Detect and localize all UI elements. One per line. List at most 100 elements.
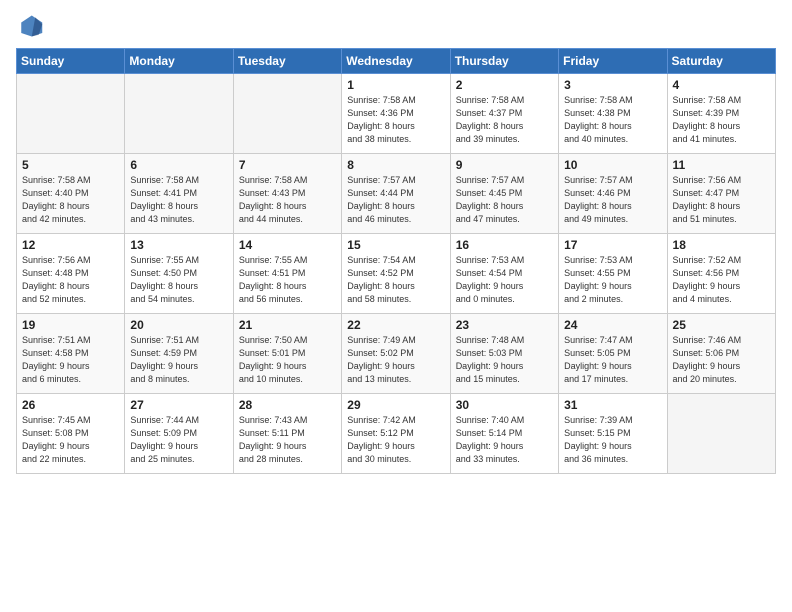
weekday-header-row: SundayMondayTuesdayWednesdayThursdayFrid…	[17, 49, 776, 74]
day-cell: 16Sunrise: 7:53 AM Sunset: 4:54 PM Dayli…	[450, 234, 558, 314]
day-number: 27	[130, 398, 227, 412]
day-cell: 26 Sunrise: 7:45 AM Sunset: 5:08 PM Dayli…	[17, 394, 125, 474]
day-info: Sunrise: 7:52 AM Sunset: 4:56 PM Dayligh…	[673, 254, 770, 306]
day-cell: 4 Sunrise: 7:58 AM Sunset: 4:39 PM Daylig…	[667, 74, 775, 154]
day-number: 28	[239, 398, 336, 412]
day-info: Sunrise: 7:42 AM Sunset: 5:12 PM Dayligh…	[347, 414, 444, 466]
day-info: Sunrise: 7:40 AM Sunset: 5:14 PM Dayligh…	[456, 414, 553, 466]
day-info: Sunrise: 7:58 AM Sunset: 4:39 PM Dayligh…	[673, 94, 770, 146]
day-cell: 11Sunrise: 7:56 AM Sunset: 4:47 PM Dayli…	[667, 154, 775, 234]
day-cell	[233, 74, 341, 154]
weekday-header-monday: Monday	[125, 49, 233, 74]
day-number: 19	[22, 318, 119, 332]
day-cell: 19 Sunrise: 7:51 AM Sunset: 4:58 PM Dayli…	[17, 314, 125, 394]
day-cell: 23Sunrise: 7:48 AM Sunset: 5:03 PM Dayli…	[450, 314, 558, 394]
day-cell	[17, 74, 125, 154]
day-cell: 13 Sunrise: 7:55 AM Sunset: 4:50 PM Dayli…	[125, 234, 233, 314]
day-cell: 5 Sunrise: 7:58 AM Sunset: 4:40 PM Daylig…	[17, 154, 125, 234]
weekday-header-friday: Friday	[559, 49, 667, 74]
day-number: 30	[456, 398, 553, 412]
day-cell: 24 Sunrise: 7:47 AM Sunset: 5:05 PM Dayli…	[559, 314, 667, 394]
day-info: Sunrise: 7:58 AM Sunset: 4:36 PM Dayligh…	[347, 94, 444, 146]
day-info: Sunrise: 7:58 AM Sunset: 4:37 PM Dayligh…	[456, 94, 553, 146]
logo-icon	[16, 12, 44, 40]
day-number: 21	[239, 318, 336, 332]
day-number: 9	[456, 158, 553, 172]
day-cell: 20 Sunrise: 7:51 AM Sunset: 4:59 PM Dayli…	[125, 314, 233, 394]
day-number: 10	[564, 158, 661, 172]
day-info: Sunrise: 7:55 AM Sunset: 4:51 PM Dayligh…	[239, 254, 336, 306]
day-info: Sunrise: 7:44 AM Sunset: 5:09 PM Dayligh…	[130, 414, 227, 466]
day-info: Sunrise: 7:51 AM Sunset: 4:59 PM Dayligh…	[130, 334, 227, 386]
day-number: 3	[564, 78, 661, 92]
week-row-5: 26 Sunrise: 7:45 AM Sunset: 5:08 PM Dayli…	[17, 394, 776, 474]
weekday-header-sunday: Sunday	[17, 49, 125, 74]
day-number: 4	[673, 78, 770, 92]
day-number: 5	[22, 158, 119, 172]
day-info: Sunrise: 7:51 AM Sunset: 4:58 PM Dayligh…	[22, 334, 119, 386]
week-row-3: 12 Sunrise: 7:56 AM Sunset: 4:48 PM Dayli…	[17, 234, 776, 314]
day-cell: 1Sunrise: 7:58 AM Sunset: 4:36 PM Daylig…	[342, 74, 450, 154]
day-info: Sunrise: 7:58 AM Sunset: 4:38 PM Dayligh…	[564, 94, 661, 146]
weekday-header-tuesday: Tuesday	[233, 49, 341, 74]
day-cell: 10 Sunrise: 7:57 AM Sunset: 4:46 PM Dayli…	[559, 154, 667, 234]
logo	[16, 12, 48, 40]
day-info: Sunrise: 7:54 AM Sunset: 4:52 PM Dayligh…	[347, 254, 444, 306]
weekday-header-thursday: Thursday	[450, 49, 558, 74]
weekday-header-saturday: Saturday	[667, 49, 775, 74]
day-number: 23	[456, 318, 553, 332]
day-cell: 15 Sunrise: 7:54 AM Sunset: 4:52 PM Dayli…	[342, 234, 450, 314]
day-number: 14	[239, 238, 336, 252]
day-number: 17	[564, 238, 661, 252]
day-info: Sunrise: 7:57 AM Sunset: 4:44 PM Dayligh…	[347, 174, 444, 226]
day-cell: 30 Sunrise: 7:40 AM Sunset: 5:14 PM Dayli…	[450, 394, 558, 474]
day-info: Sunrise: 7:46 AM Sunset: 5:06 PM Dayligh…	[673, 334, 770, 386]
day-cell: 22Sunrise: 7:49 AM Sunset: 5:02 PM Dayli…	[342, 314, 450, 394]
day-info: Sunrise: 7:56 AM Sunset: 4:47 PM Dayligh…	[673, 174, 770, 226]
day-cell: 12 Sunrise: 7:56 AM Sunset: 4:48 PM Dayli…	[17, 234, 125, 314]
day-cell: 8 Sunrise: 7:57 AM Sunset: 4:44 PM Daylig…	[342, 154, 450, 234]
day-info: Sunrise: 7:57 AM Sunset: 4:46 PM Dayligh…	[564, 174, 661, 226]
day-info: Sunrise: 7:58 AM Sunset: 4:40 PM Dayligh…	[22, 174, 119, 226]
day-cell	[667, 394, 775, 474]
day-number: 16	[456, 238, 553, 252]
day-number: 13	[130, 238, 227, 252]
day-cell	[125, 74, 233, 154]
day-info: Sunrise: 7:56 AM Sunset: 4:48 PM Dayligh…	[22, 254, 119, 306]
day-cell: 9 Sunrise: 7:57 AM Sunset: 4:45 PM Daylig…	[450, 154, 558, 234]
day-info: Sunrise: 7:50 AM Sunset: 5:01 PM Dayligh…	[239, 334, 336, 386]
day-info: Sunrise: 7:39 AM Sunset: 5:15 PM Dayligh…	[564, 414, 661, 466]
day-number: 2	[456, 78, 553, 92]
day-number: 15	[347, 238, 444, 252]
week-row-2: 5 Sunrise: 7:58 AM Sunset: 4:40 PM Daylig…	[17, 154, 776, 234]
day-info: Sunrise: 7:57 AM Sunset: 4:45 PM Dayligh…	[456, 174, 553, 226]
week-row-1: 1Sunrise: 7:58 AM Sunset: 4:36 PM Daylig…	[17, 74, 776, 154]
week-row-4: 19 Sunrise: 7:51 AM Sunset: 4:58 PM Dayli…	[17, 314, 776, 394]
day-cell: 6 Sunrise: 7:58 AM Sunset: 4:41 PM Daylig…	[125, 154, 233, 234]
day-number: 24	[564, 318, 661, 332]
day-cell: 28 Sunrise: 7:43 AM Sunset: 5:11 PM Dayli…	[233, 394, 341, 474]
day-info: Sunrise: 7:43 AM Sunset: 5:11 PM Dayligh…	[239, 414, 336, 466]
day-cell: 29 Sunrise: 7:42 AM Sunset: 5:12 PM Dayli…	[342, 394, 450, 474]
page: SundayMondayTuesdayWednesdayThursdayFrid…	[0, 0, 792, 612]
day-number: 29	[347, 398, 444, 412]
day-cell: 3 Sunrise: 7:58 AM Sunset: 4:38 PM Daylig…	[559, 74, 667, 154]
day-info: Sunrise: 7:45 AM Sunset: 5:08 PM Dayligh…	[22, 414, 119, 466]
day-number: 20	[130, 318, 227, 332]
day-info: Sunrise: 7:58 AM Sunset: 4:41 PM Dayligh…	[130, 174, 227, 226]
day-number: 26	[22, 398, 119, 412]
day-info: Sunrise: 7:47 AM Sunset: 5:05 PM Dayligh…	[564, 334, 661, 386]
day-number: 12	[22, 238, 119, 252]
weekday-header-wednesday: Wednesday	[342, 49, 450, 74]
day-cell: 21 Sunrise: 7:50 AM Sunset: 5:01 PM Dayli…	[233, 314, 341, 394]
day-number: 6	[130, 158, 227, 172]
calendar: SundayMondayTuesdayWednesdayThursdayFrid…	[16, 48, 776, 474]
day-info: Sunrise: 7:49 AM Sunset: 5:02 PM Dayligh…	[347, 334, 444, 386]
day-number: 8	[347, 158, 444, 172]
day-info: Sunrise: 7:55 AM Sunset: 4:50 PM Dayligh…	[130, 254, 227, 306]
day-cell: 31 Sunrise: 7:39 AM Sunset: 5:15 PM Dayli…	[559, 394, 667, 474]
day-number: 31	[564, 398, 661, 412]
day-number: 25	[673, 318, 770, 332]
day-cell: 18 Sunrise: 7:52 AM Sunset: 4:56 PM Dayli…	[667, 234, 775, 314]
day-number: 18	[673, 238, 770, 252]
